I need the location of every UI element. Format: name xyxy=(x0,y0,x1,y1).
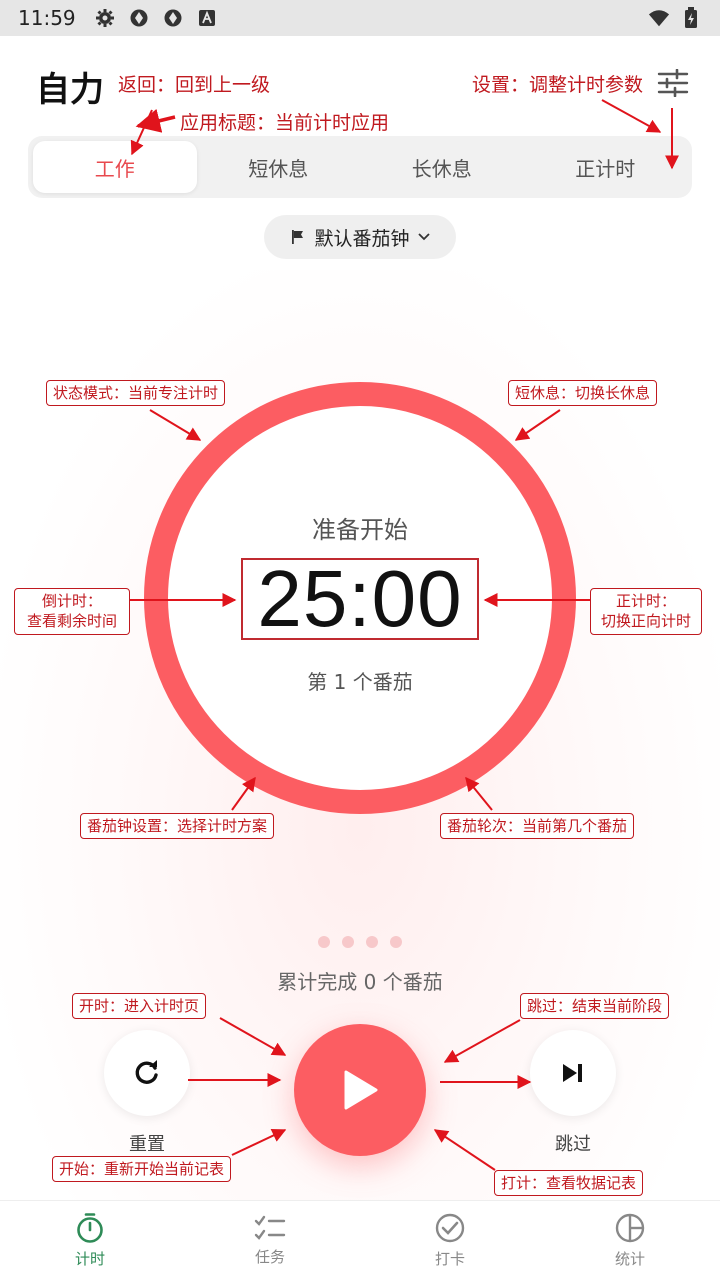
bottom-nav: 计时 任务 打卡 统计 xyxy=(0,1200,720,1280)
progress-dot xyxy=(390,936,402,948)
refresh-icon xyxy=(135,1060,158,1084)
flag-icon xyxy=(292,230,304,244)
sliders-icon xyxy=(657,69,689,97)
tab-long-break[interactable]: 长休息 xyxy=(360,141,524,193)
annotation-countdown-line1: 倒计时： xyxy=(41,592,102,610)
total-completed: 累计完成 0 个番茄 xyxy=(277,970,443,994)
a-icon xyxy=(196,7,218,29)
skip-button[interactable] xyxy=(530,1030,616,1116)
annotation-settings: 设置：调整计时参数 xyxy=(472,74,644,96)
annotation-round: 番茄轮次：当前第几个番茄 xyxy=(440,813,635,840)
annotation-preset-setting: 番茄钟设置：选择计时方案 xyxy=(80,813,275,840)
mode-tabs: 工作 短休息 长休息 正计时 xyxy=(28,136,692,198)
nav-label: 任务 xyxy=(254,1248,285,1266)
pomodoro-round: 第 1 个番茄 xyxy=(307,670,413,694)
play-icon xyxy=(344,1070,378,1110)
preset-selector[interactable]: 默认番茄钟 xyxy=(264,215,456,259)
skip-label: 跳过 xyxy=(555,1134,591,1155)
timer-phase: 准备开始 xyxy=(312,516,408,544)
gear-icon xyxy=(94,7,116,29)
tab-work[interactable]: 工作 xyxy=(33,141,197,193)
nav-stats[interactable]: 统计 xyxy=(540,1201,720,1280)
annotation-back: 返回：回到上一级 xyxy=(118,74,271,96)
app-title: 自力 xyxy=(36,70,104,110)
stopwatch-icon xyxy=(77,1213,103,1243)
preset-label: 默认番茄钟 xyxy=(314,227,410,250)
sync-icon xyxy=(128,7,150,29)
annotation-checkin: 打计：查看牧据记表 xyxy=(494,1170,644,1197)
progress-dot xyxy=(342,936,354,948)
sync-icon xyxy=(162,7,184,29)
reset-label: 重置 xyxy=(129,1134,165,1155)
nav-label: 统计 xyxy=(614,1250,645,1268)
chevron-down-icon xyxy=(417,233,430,241)
annotation-countdown: 倒计时： 查看剩余时间 xyxy=(14,588,130,635)
nav-label: 计时 xyxy=(74,1250,105,1268)
check-circle-icon xyxy=(435,1213,465,1243)
annotation-skip: 跳过：结束当前阶段 xyxy=(520,993,670,1020)
annotation-app-title: 应用标题：当前计时应用 xyxy=(180,112,390,134)
status-time: 11:59 xyxy=(18,6,76,30)
skip-next-icon xyxy=(563,1064,582,1082)
annotation-status-mode: 状态模式：当前专注计时 xyxy=(46,380,226,407)
wifi-icon xyxy=(648,7,670,29)
play-button[interactable] xyxy=(294,1024,426,1156)
checklist-icon xyxy=(254,1215,286,1240)
tab-count-up[interactable]: 正计时 xyxy=(524,141,688,193)
nav-tasks[interactable]: 任务 xyxy=(180,1201,360,1280)
battery-icon xyxy=(680,7,702,29)
nav-label: 打卡 xyxy=(434,1250,465,1268)
timer-display[interactable]: 25:00 xyxy=(241,554,479,643)
annotation-count-up: 正计时： 切换正向计时 xyxy=(590,588,702,635)
progress-dot xyxy=(318,936,330,948)
pie-chart-icon xyxy=(615,1213,645,1243)
annotation-start-timer: 开时：进入计时页 xyxy=(72,993,207,1020)
annotation-count-up-line1: 正计时： xyxy=(615,592,676,610)
status-bar: 11:59 xyxy=(0,0,720,36)
nav-checkin[interactable]: 打卡 xyxy=(360,1201,540,1280)
progress-dots xyxy=(318,936,402,948)
tab-short-break[interactable]: 短休息 xyxy=(197,141,361,193)
annotation-countdown-line2: 查看剩余时间 xyxy=(26,612,117,631)
reset-button[interactable] xyxy=(104,1030,190,1116)
annotation-short-break: 短休息：切换长休息 xyxy=(508,380,658,407)
nav-timer[interactable]: 计时 xyxy=(0,1201,180,1280)
settings-button[interactable] xyxy=(654,66,692,100)
annotation-restart: 开始：重新开始当前记表 xyxy=(52,1156,232,1183)
progress-dot xyxy=(366,936,378,948)
annotation-count-up-line2: 切换正向计时 xyxy=(600,612,691,631)
